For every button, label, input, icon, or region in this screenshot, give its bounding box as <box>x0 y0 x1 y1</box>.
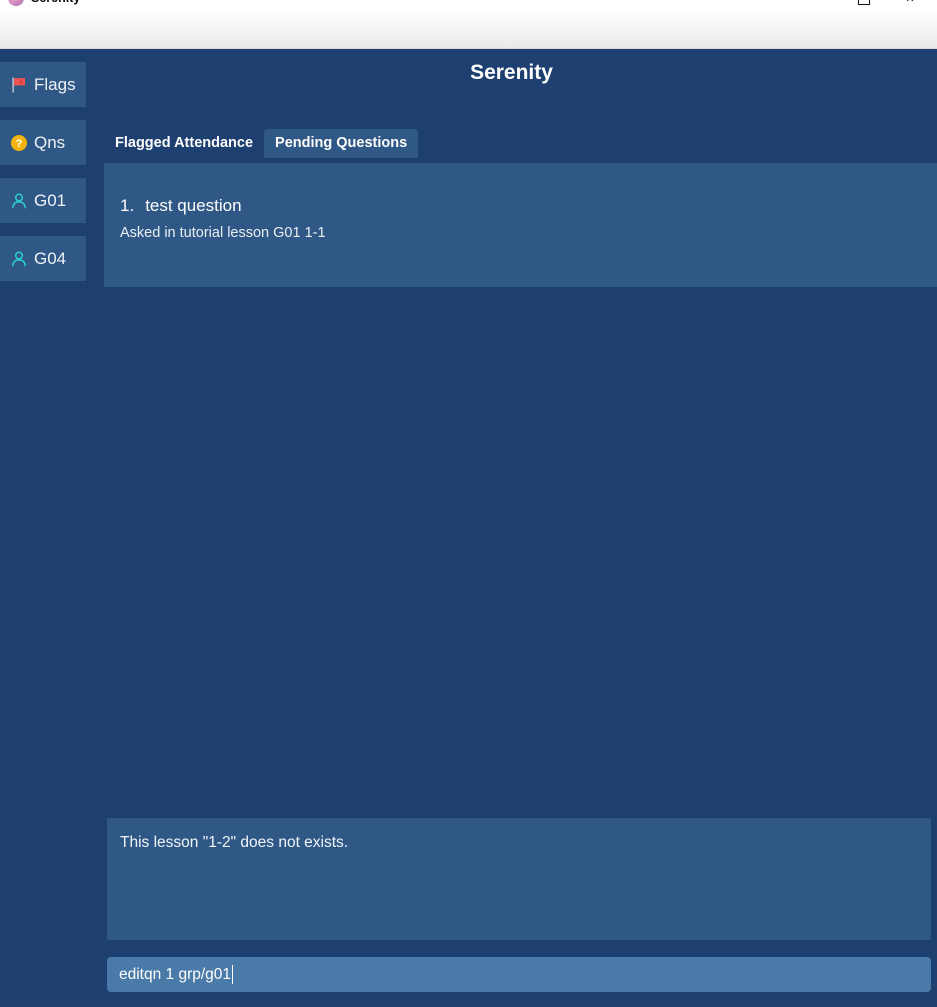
question-text: test question <box>145 196 242 215</box>
sidebar-item-label: Flags <box>34 74 76 94</box>
menu-help[interactable]: Help <box>58 19 117 44</box>
bottom-strip <box>86 992 937 1007</box>
minimize-icon[interactable] <box>795 0 841 10</box>
sidebar-item-flags[interactable]: Flags <box>0 62 86 107</box>
page-title: Serenity <box>470 61 553 84</box>
window-controls: ✕ <box>795 0 933 10</box>
application-window: Serenity ✕ File Help Flags ? Qns <box>0 0 937 1007</box>
result-display-box: This lesson "1-2" does not exists. <box>107 818 931 940</box>
title-bar-left: Serenity <box>8 0 80 6</box>
menu-file[interactable]: File <box>6 19 58 44</box>
title-bar: Serenity ✕ <box>0 0 937 14</box>
sidebar: Flags ? Qns G01 G04 <box>0 49 86 1007</box>
window-title: Serenity <box>31 0 80 5</box>
person-icon <box>12 193 26 208</box>
text-caret <box>232 965 234 984</box>
question-row: 1. test question <box>120 196 937 216</box>
svg-text:?: ? <box>16 138 23 150</box>
person-icon <box>12 251 26 266</box>
pending-questions-panel: 1. test question Asked in tutorial lesso… <box>104 163 937 287</box>
question-index: 1. <box>120 196 135 215</box>
result-message: This lesson "1-2" does not exists. <box>120 834 349 851</box>
question-subtitle: Asked in tutorial lesson G01 1-1 <box>120 225 326 241</box>
tab-bar: Flagged Attendance Pending Questions <box>104 128 419 158</box>
sidebar-item-label: Qns <box>34 132 66 152</box>
tab-flagged-attendance[interactable]: Flagged Attendance <box>104 129 264 158</box>
sidebar-item-label: G01 <box>34 190 67 210</box>
red-flag-icon <box>12 77 25 92</box>
sidebar-item-label: G04 <box>34 248 67 268</box>
tab-pending-questions[interactable]: Pending Questions <box>264 129 419 158</box>
list-item[interactable]: 1. test question Asked in tutorial lesso… <box>120 196 937 241</box>
command-input[interactable]: editqn 1 grp/g01 <box>107 957 931 992</box>
question-circle-icon: ? <box>11 134 27 151</box>
command-input-value: editqn 1 grp/g01 <box>119 965 232 983</box>
maximize-icon[interactable] <box>841 0 887 10</box>
sidebar-item-qns[interactable]: ? Qns <box>0 120 86 165</box>
sidebar-item-g04[interactable]: G04 <box>0 236 86 281</box>
sidebar-item-g01[interactable]: G01 <box>0 178 86 223</box>
menu-bar: File Help <box>0 14 937 49</box>
serenity-app-icon <box>8 0 24 6</box>
close-icon[interactable]: ✕ <box>887 0 933 10</box>
